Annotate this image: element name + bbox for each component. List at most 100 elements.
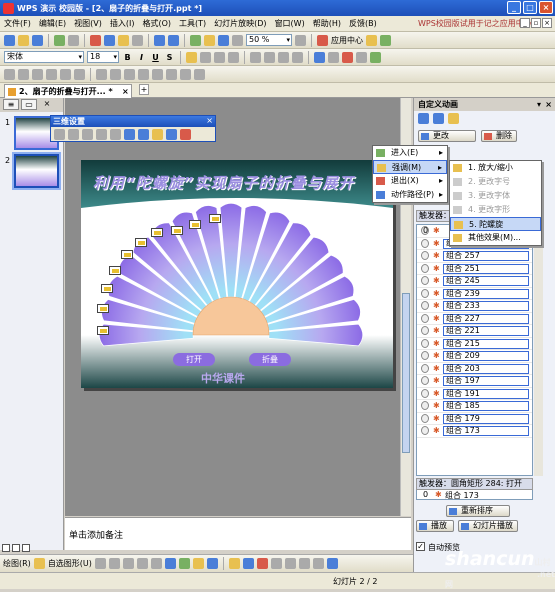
animation-trigger-icon[interactable] (109, 266, 121, 275)
emphasis-effect-item[interactable]: 3. 更改字体 (450, 189, 541, 203)
underline-button[interactable]: U (150, 53, 161, 62)
fill-color-icon[interactable] (228, 558, 240, 569)
panel-forward-icon[interactable] (433, 113, 444, 124)
clipart-icon[interactable] (192, 558, 204, 569)
menu-file[interactable]: 文件(F) (4, 18, 31, 29)
list-item[interactable]: ✱ 组合 197 (417, 375, 532, 388)
new-slide-icon[interactable] (370, 51, 381, 63)
tool-icon-d[interactable] (46, 68, 57, 80)
tilt-down-icon[interactable] (68, 129, 79, 140)
bold-button[interactable]: B (122, 53, 133, 62)
copy-icon[interactable] (104, 34, 115, 46)
table-icon[interactable] (190, 34, 201, 46)
list-item[interactable]: ✱ 组合 245 (417, 275, 532, 288)
animation-trigger-icon[interactable] (121, 250, 133, 259)
dash-style-icon[interactable] (284, 558, 296, 569)
slideshow-button[interactable]: 幻灯片播放 (458, 520, 518, 532)
list-item[interactable]: ✱ 组合 221 (417, 325, 532, 338)
draw-menu[interactable]: 绘图(R) (3, 558, 31, 569)
italic-button[interactable]: I (136, 53, 147, 62)
doc-restore-icon[interactable]: ▫ (531, 18, 541, 28)
animation-list[interactable]: 0✱▾ ✱组合 263✱组合 257✱组合 251✱组合 245✱组合 239✱… (416, 224, 533, 476)
extra-tool-icon[interactable] (366, 34, 377, 46)
list-item[interactable]: ✱ 组合 233 (417, 300, 532, 313)
list-item[interactable]: ✱ 组合 215 (417, 338, 532, 350)
emphasis-effect-item[interactable]: 其他效果(M)... (450, 231, 541, 245)
indent-icon[interactable] (328, 51, 339, 63)
reorder-button[interactable]: 重新排序 (446, 505, 510, 517)
document-tab[interactable]: 2、扇子的折叠与打开... * × (4, 84, 132, 98)
line-style-icon[interactable] (270, 558, 282, 569)
doc-minimize-icon[interactable]: _ (520, 18, 530, 28)
depth-icon[interactable] (124, 129, 135, 140)
panel-home-icon[interactable] (448, 113, 459, 124)
redo-icon[interactable] (168, 34, 179, 46)
outline-tab[interactable]: ≡ (3, 99, 19, 110)
autoshape-menu[interactable]: 自选图形(U) (48, 558, 92, 569)
bullets-icon[interactable] (264, 51, 275, 63)
open-icon[interactable] (18, 34, 29, 46)
rectangle-icon[interactable] (122, 558, 134, 569)
tool-icon-n[interactable] (194, 68, 205, 80)
minimize-button[interactable]: _ (507, 1, 521, 14)
tool-icon-l[interactable] (166, 68, 177, 80)
tool-icon-m[interactable] (180, 68, 191, 80)
print-icon[interactable] (54, 34, 65, 46)
3d-style-icon[interactable] (326, 558, 338, 569)
align-right-icon[interactable] (214, 51, 225, 63)
diagram-icon[interactable] (178, 558, 190, 569)
emphasis-effect-item[interactable]: 4. 更改字形 (450, 203, 541, 217)
arrow-style-icon[interactable] (298, 558, 310, 569)
tool-icon-k[interactable] (152, 68, 163, 80)
preview-icon[interactable] (68, 34, 79, 46)
direction-icon[interactable] (138, 129, 149, 140)
doc-close-icon[interactable]: × (542, 18, 552, 28)
menu-help[interactable]: 帮助(H) (313, 18, 341, 29)
select-objects-icon[interactable] (33, 558, 45, 569)
app-center-icon[interactable] (317, 34, 328, 46)
play-button[interactable]: 播放 (416, 520, 454, 532)
pane-close-icon[interactable]: × (39, 99, 55, 110)
autopreview-checkbox[interactable]: ✓ (416, 542, 425, 551)
wordart-icon[interactable] (164, 558, 176, 569)
animation-trigger-icon[interactable] (171, 226, 183, 235)
undo-icon[interactable] (154, 34, 165, 46)
menu-item-emphasis[interactable]: 强调(M) ▸ (373, 160, 447, 174)
justify-icon[interactable] (228, 51, 239, 63)
align-center-icon[interactable] (200, 51, 211, 63)
menu-insert[interactable]: 插入(I) (110, 18, 135, 29)
new-icon[interactable] (4, 34, 15, 46)
grid-icon[interactable] (218, 34, 229, 46)
tilt-right-icon[interactable] (110, 129, 121, 140)
list-item[interactable]: ✱ 组合 257 (417, 250, 532, 263)
open-fan-button[interactable]: 打开 (173, 353, 215, 366)
menu-view[interactable]: 视图(V) (74, 18, 102, 29)
font-color-icon[interactable] (342, 51, 353, 63)
surface-icon[interactable] (166, 129, 177, 140)
3d-settings-close-icon[interactable]: × (206, 116, 213, 125)
tilt-left-icon[interactable] (96, 129, 107, 140)
font-size-select[interactable]: 18 (87, 51, 119, 63)
slideshow-view-icon[interactable] (22, 544, 30, 552)
list-item[interactable]: 0 ✱ 组合 173 (416, 490, 533, 500)
tool-icon-a[interactable] (4, 68, 15, 80)
panel-close-icon[interactable]: × (545, 98, 552, 111)
line-color-icon[interactable] (242, 558, 254, 569)
list-item[interactable]: ✱ 组合 191 (417, 388, 532, 400)
font-select[interactable]: 宋体 (4, 51, 84, 63)
3d-color-icon[interactable] (180, 129, 191, 140)
panel-back-icon[interactable] (418, 113, 429, 124)
tool-icon-g[interactable] (96, 68, 107, 80)
tool-icon-e[interactable] (60, 68, 71, 80)
animation-trigger-icon[interactable] (209, 214, 221, 223)
3d-toggle-icon[interactable] (54, 129, 65, 140)
textbox-icon[interactable] (150, 558, 162, 569)
help-icon[interactable] (295, 34, 306, 46)
new-tab-button[interactable]: + (139, 84, 149, 95)
paste-icon[interactable] (118, 34, 129, 46)
list-item[interactable]: ✱ 组合 185 (417, 400, 532, 413)
menu-window[interactable]: 窗口(W) (275, 18, 305, 29)
numbering-icon[interactable] (250, 51, 261, 63)
emphasis-effect-item[interactable]: 5. 陀螺旋 (450, 217, 541, 231)
line-icon[interactable] (94, 558, 106, 569)
